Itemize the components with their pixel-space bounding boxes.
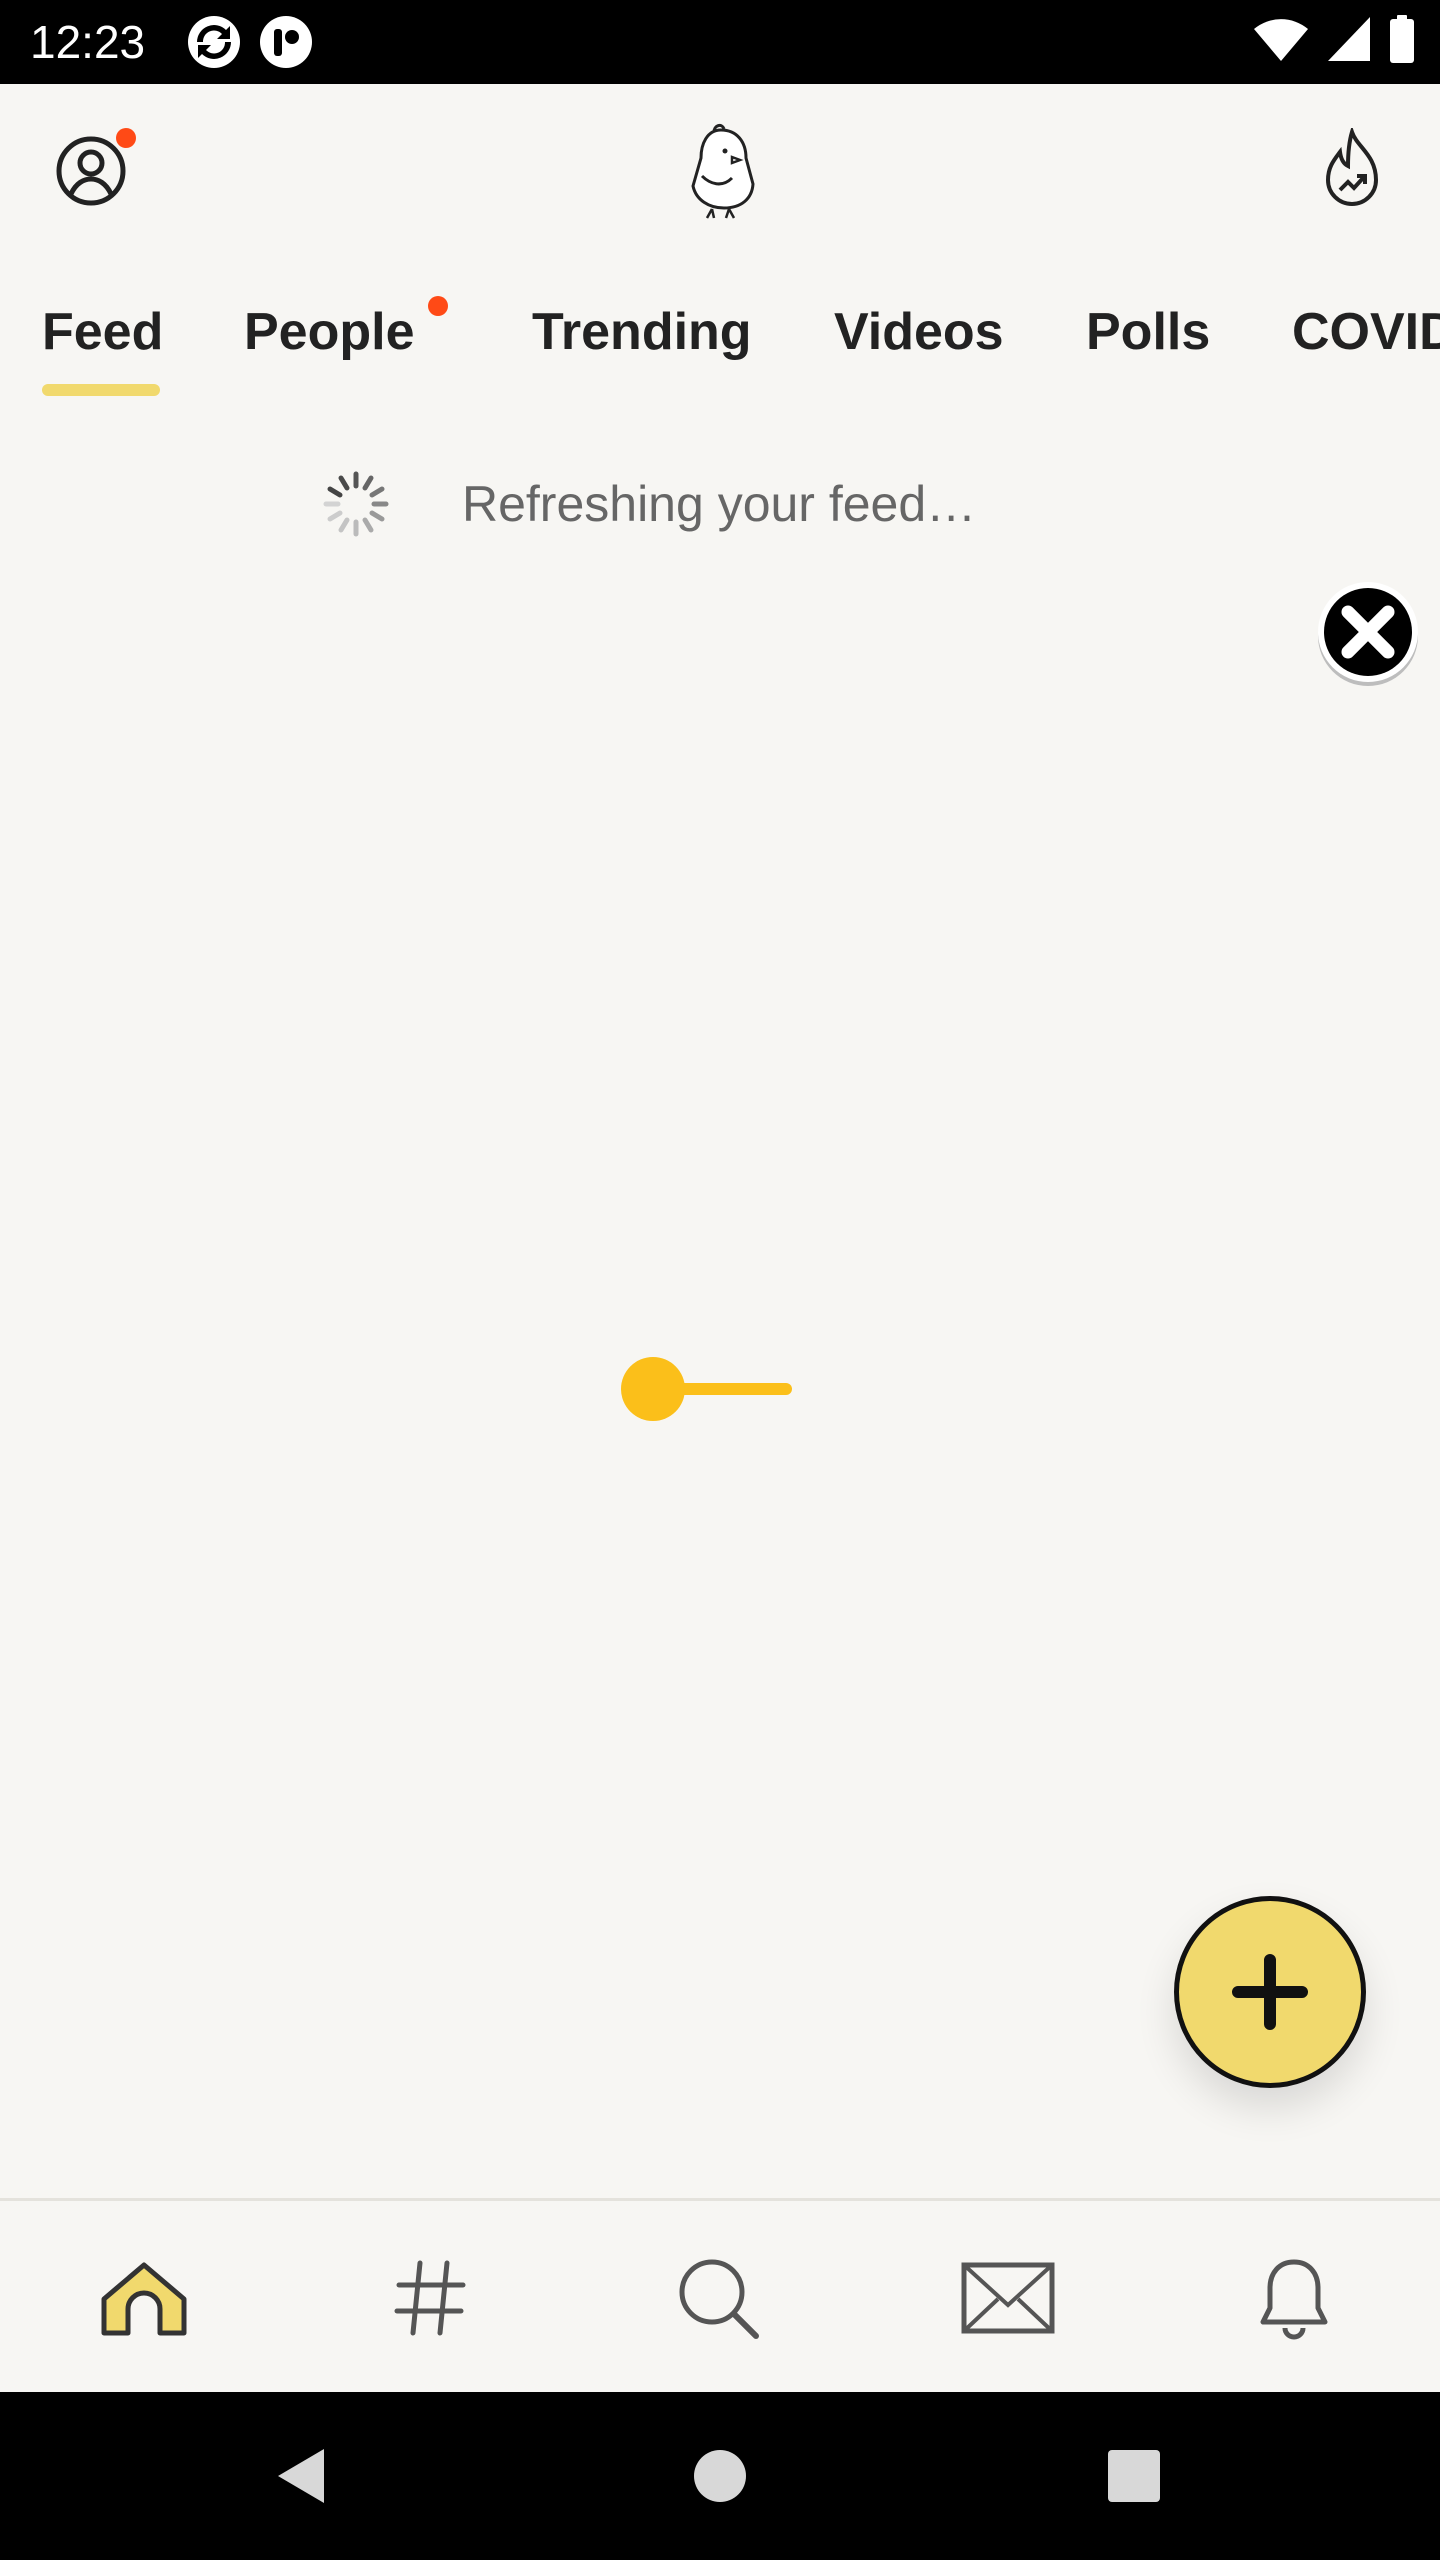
people-notification-dot: [428, 296, 448, 316]
tab-people[interactable]: People: [244, 300, 415, 364]
nav-notifications[interactable]: [1244, 2253, 1344, 2343]
koo-bird-logo-icon: [691, 123, 755, 219]
nav-home[interactable]: [94, 2253, 194, 2343]
refresh-status-text: Refreshing your feed…: [462, 476, 977, 532]
system-recents-button[interactable]: [1054, 2392, 1214, 2560]
tumblr-like-icon: [260, 16, 312, 68]
active-tab-indicator: [42, 384, 160, 396]
loading-indicator-icon: [621, 1357, 792, 1421]
tab-feed[interactable]: Feed: [42, 300, 163, 364]
tab-videos[interactable]: Videos: [834, 300, 1004, 364]
feed-tabs: Feed People Trending Videos Polls COVID: [0, 276, 1440, 406]
system-home-button[interactable]: [640, 2392, 800, 2560]
mail-icon: [961, 2262, 1055, 2334]
hashtag-icon: [394, 2260, 466, 2336]
wifi-icon: [1254, 19, 1308, 61]
close-x-icon: [1318, 582, 1418, 686]
status-time: 12:23: [30, 16, 146, 68]
recents-icon: [1108, 2450, 1160, 2502]
battery-icon: [1390, 15, 1414, 63]
app-header: [0, 84, 1440, 260]
system-navigation-bar: [0, 2392, 1440, 2560]
loading-spinner-icon: [323, 471, 389, 537]
tab-polls[interactable]: Polls: [1086, 300, 1210, 364]
bottom-navigation: [0, 2198, 1440, 2395]
app-screen: 12:23 Feed People Trending Videos Polls …: [0, 0, 1440, 2560]
cellular-signal-icon: [1328, 17, 1370, 61]
home-circle-icon: [694, 2450, 746, 2502]
profile-notification-dot: [116, 128, 136, 148]
status-left-icons: [186, 14, 314, 70]
trending-button[interactable]: [1312, 125, 1392, 216]
back-icon: [278, 2449, 324, 2503]
nav-search[interactable]: [668, 2253, 768, 2343]
plus-icon: [1232, 1954, 1308, 2030]
feed-refresh-indicator: Refreshing your feed…: [318, 464, 976, 544]
nav-messages[interactable]: [958, 2253, 1058, 2343]
bell-icon: [1260, 2259, 1328, 2340]
trending-flame-icon: [1325, 125, 1379, 206]
nav-hashtag[interactable]: [380, 2253, 480, 2343]
tab-covid[interactable]: COVID: [1292, 300, 1440, 364]
create-post-button[interactable]: [1174, 1896, 1366, 2088]
app-notification-icon: [188, 16, 240, 68]
status-right-icons: [1252, 14, 1416, 64]
system-back-button[interactable]: [220, 2392, 380, 2560]
status-bar: 12:23: [0, 0, 1440, 84]
home-icon: [101, 2262, 187, 2336]
search-icon: [679, 2259, 759, 2339]
close-overlay-button[interactable]: [1312, 578, 1424, 690]
tab-trending[interactable]: Trending: [532, 300, 752, 364]
